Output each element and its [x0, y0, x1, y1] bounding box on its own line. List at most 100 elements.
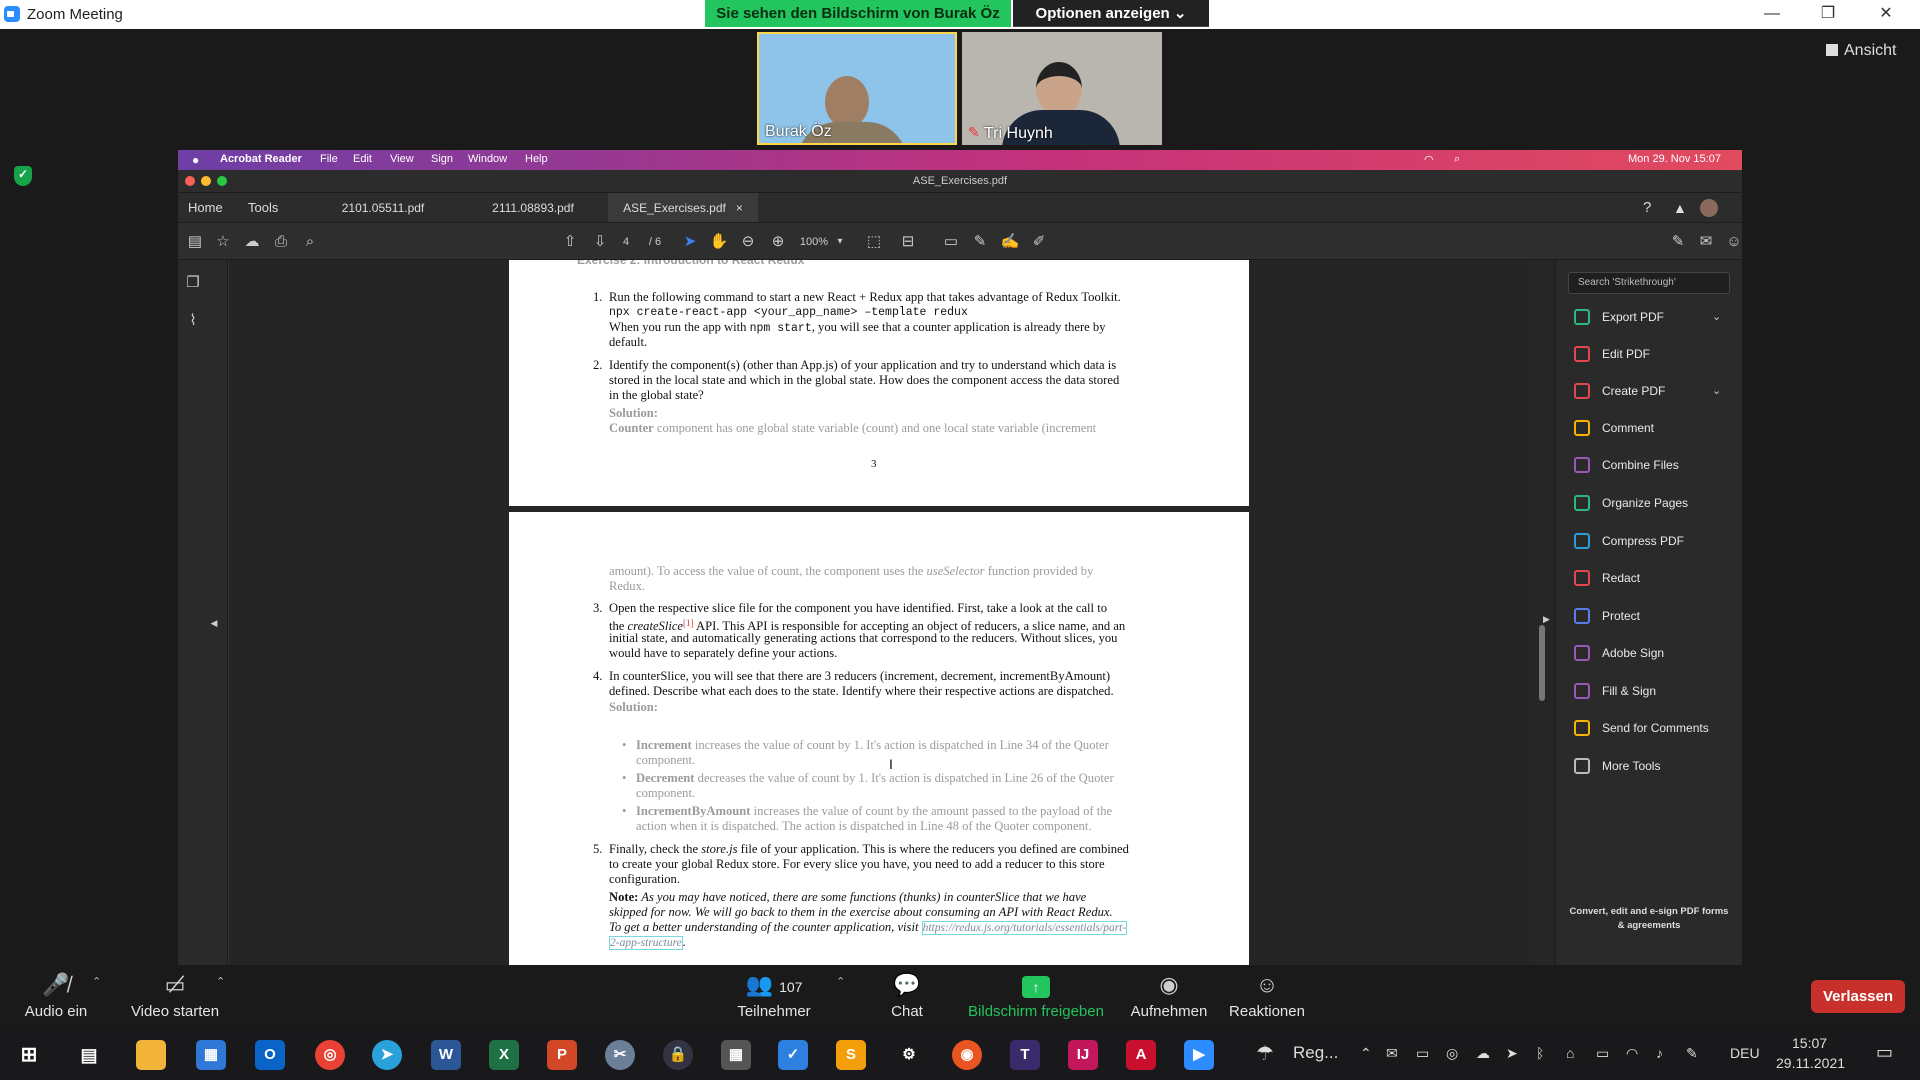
menu-file[interactable]: File	[320, 153, 338, 165]
apple-icon[interactable]: ●	[192, 153, 199, 167]
excel-icon[interactable]: X	[489, 1040, 519, 1070]
fill-sign-icon[interactable]: ✎	[1668, 233, 1688, 251]
menu-sign[interactable]: Sign	[431, 153, 453, 165]
document-scrollbar[interactable]: ▶	[1531, 260, 1555, 965]
sign-icon[interactable]: ✍	[1000, 233, 1020, 251]
video-tile-burak[interactable]: Burak Öz	[757, 32, 957, 145]
close-window-icon[interactable]	[185, 176, 195, 186]
page-down-icon[interactable]: ⇩	[590, 233, 610, 251]
tray-chrome-icon[interactable]: ◎	[1446, 1045, 1458, 1062]
chevron-down-icon[interactable]: ⌄	[1712, 306, 1721, 328]
menu-window[interactable]: Window	[468, 153, 507, 165]
word-icon[interactable]: W	[431, 1040, 461, 1070]
tray-telegram-icon[interactable]: ➤	[1506, 1045, 1518, 1062]
share-screen-button[interactable]: ↑ Bildschirm freigeben	[960, 965, 1112, 1030]
tools-search-input[interactable]: Search 'Strikethrough'	[1568, 272, 1730, 294]
chat-button[interactable]: 💬 Chat	[870, 965, 944, 1030]
measure-icon[interactable]: ⊟	[898, 233, 918, 251]
hand-tool-icon[interactable]: ✋	[709, 233, 729, 251]
audio-button[interactable]: 🎤̸ Audio ein	[14, 965, 98, 1030]
help-icon[interactable]: ?	[1643, 193, 1651, 223]
avatar[interactable]	[1700, 199, 1718, 217]
encryption-shield-icon[interactable]	[14, 166, 32, 186]
video-options-chevron-icon[interactable]: ⌃	[216, 975, 225, 988]
tray-outlook-icon[interactable]: ✉	[1386, 1045, 1398, 1062]
save-icon[interactable]: ▤	[185, 233, 205, 251]
weather-icon[interactable]: ☂	[1256, 1041, 1274, 1066]
windows-start-icon[interactable]: ⊞	[14, 1040, 44, 1070]
search-icon[interactable]: ⌕	[1454, 153, 1460, 166]
tab-file-1[interactable]: 2101.05511.pdf	[308, 193, 458, 223]
reactions-button[interactable]: ☺ Reaktionen	[1224, 965, 1310, 1030]
tray-wifi-icon[interactable]: ◠	[1626, 1045, 1638, 1062]
clock-time[interactable]: 15:07	[1792, 1035, 1827, 1051]
powerpoint-icon[interactable]: P	[547, 1040, 577, 1070]
tab-tools[interactable]: Tools	[248, 193, 278, 223]
clock-date[interactable]: 29.11.2021	[1776, 1055, 1845, 1071]
expand-right-panel-icon[interactable]: ▶	[1543, 614, 1550, 625]
intellij-icon[interactable]: IJ	[1068, 1040, 1098, 1070]
zoom-in-icon[interactable]: ⊕	[768, 233, 788, 251]
weather-label[interactable]: Reg...	[1293, 1043, 1338, 1063]
menu-help[interactable]: Help	[525, 153, 548, 165]
attachments-icon[interactable]: ⌇	[183, 312, 203, 330]
settings-tool-icon[interactable]: ⚙	[894, 1040, 924, 1070]
ubuntu-icon[interactable]: ◉	[952, 1040, 982, 1070]
task-view-icon[interactable]: ▤	[74, 1040, 104, 1070]
view-options-button[interactable]: Optionen anzeigen ⌄	[1013, 0, 1209, 27]
zoom-dropdown-icon[interactable]: ▾	[830, 233, 850, 251]
tutorial-link-cont[interactable]: 2-app-structure	[609, 936, 683, 950]
zoom-taskbar-icon[interactable]: ▶	[1184, 1040, 1214, 1070]
share-user-icon[interactable]: ☺	[1724, 233, 1744, 251]
zoom-level[interactable]: 100%	[794, 233, 834, 251]
participants-button[interactable]: 👥 107 Teilnehmer	[724, 965, 824, 1030]
wifi-icon[interactable]: ◠	[1424, 153, 1434, 166]
close-icon[interactable]: ✕	[1866, 3, 1906, 25]
tray-bluetooth-icon[interactable]: ᛒ	[1536, 1045, 1544, 1061]
expand-left-panel-icon[interactable]: ◀	[204, 614, 224, 632]
print-icon[interactable]: ⎙	[271, 233, 291, 251]
vpn-lock-icon[interactable]: 🔒	[663, 1040, 693, 1070]
tray-onedrive-icon[interactable]: ☁	[1476, 1045, 1490, 1062]
file-explorer-icon[interactable]	[136, 1040, 166, 1070]
restore-icon[interactable]: ❐	[1808, 3, 1848, 25]
tray-network-icon[interactable]: ⌂	[1566, 1045, 1574, 1061]
fit-page-icon[interactable]: ⬚	[864, 233, 884, 251]
outlook-icon[interactable]: O	[255, 1040, 285, 1070]
tutorial-link[interactable]: https://redux.js.org/tutorials/essential…	[921, 921, 1128, 935]
store-icon[interactable]: ▦	[196, 1040, 226, 1070]
upload-icon[interactable]: ☁	[242, 233, 262, 251]
menu-app[interactable]: Acrobat Reader	[220, 153, 302, 165]
edit-tool-icon[interactable]: ✐	[1029, 233, 1049, 251]
zoom-out-icon[interactable]: ⊖	[738, 233, 758, 251]
page-thumbnails-icon[interactable]: ❐	[183, 274, 203, 292]
select-tool-icon[interactable]: ➤	[680, 233, 700, 251]
input-language[interactable]: DEU	[1730, 1045, 1760, 1061]
tray-pen-icon[interactable]: ✎	[1686, 1045, 1698, 1062]
menu-view[interactable]: View	[390, 153, 414, 165]
tab-file-2[interactable]: 2111.08893.pdf	[458, 193, 608, 223]
minimize-icon[interactable]: —	[1752, 3, 1792, 25]
tray-chevron-icon[interactable]: ⌃	[1360, 1045, 1372, 1062]
snipping-tool-icon[interactable]: ✂	[605, 1040, 635, 1070]
todo-icon[interactable]: ✓	[778, 1040, 808, 1070]
footnote-marker[interactable]: [1]	[683, 618, 694, 628]
telegram-icon[interactable]: ➤	[372, 1040, 402, 1070]
sublime-icon[interactable]: S	[836, 1040, 866, 1070]
pen-icon[interactable]: ✎	[970, 233, 990, 251]
notifications-icon[interactable]: ▲	[1673, 193, 1687, 223]
tray-volume-icon[interactable]: ♪	[1656, 1045, 1663, 1061]
audio-options-chevron-icon[interactable]: ⌃	[92, 975, 101, 988]
tex-icon[interactable]: T	[1010, 1040, 1040, 1070]
tab-home[interactable]: Home	[188, 193, 223, 223]
zoom-window-icon[interactable]	[217, 176, 227, 186]
comment-icon[interactable]: ▭	[941, 233, 961, 251]
find-icon[interactable]: ⌕	[300, 233, 320, 251]
tray-zoom-icon[interactable]: ▭	[1416, 1045, 1429, 1062]
calculator-icon[interactable]: ▦	[721, 1040, 751, 1070]
video-tile-tri[interactable]: Tri Huynh ✎	[962, 32, 1162, 145]
menu-edit[interactable]: Edit	[353, 153, 372, 165]
record-button[interactable]: ◉ Aufnehmen	[1122, 965, 1216, 1030]
email-icon[interactable]: ✉	[1696, 233, 1716, 251]
acrobat-icon[interactable]: A	[1126, 1040, 1156, 1070]
